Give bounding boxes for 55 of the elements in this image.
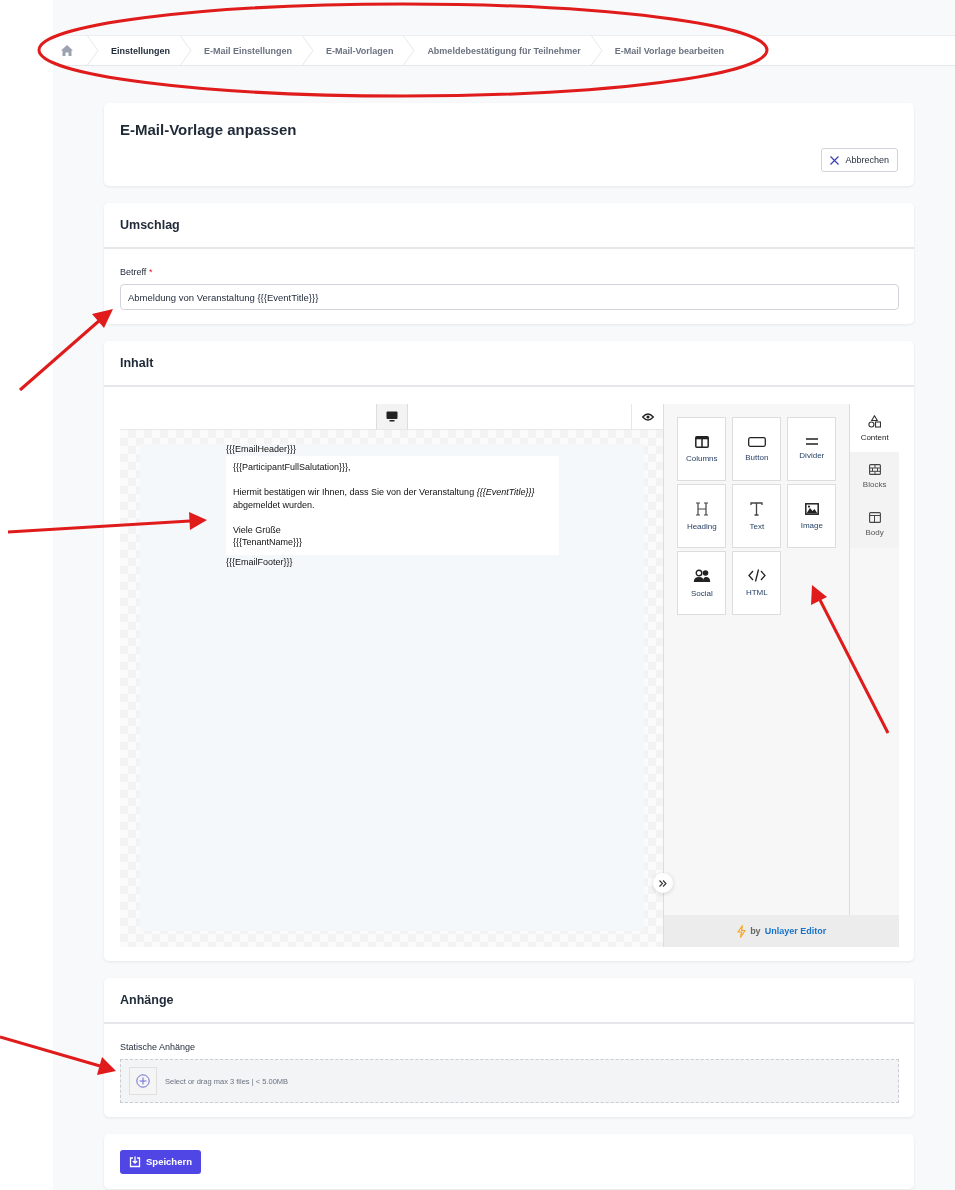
content-tool[interactable]: Columns (677, 417, 727, 481)
people-icon (692, 568, 711, 583)
bricks-icon (868, 463, 881, 475)
download-tray-icon (129, 1155, 141, 1168)
section-title: Inhalt (120, 356, 154, 370)
content-tool[interactable]: Divider (787, 417, 837, 481)
email-text-line: {{{TenantName}}} (233, 536, 304, 549)
section-title: Anhänge (120, 993, 174, 1007)
columns-icon (694, 435, 709, 448)
editor-tab[interactable]: Blocks (850, 452, 899, 500)
editor-tab[interactable]: Body (850, 500, 899, 548)
desktop-view-button[interactable] (376, 404, 408, 429)
content-tool[interactable]: Heading (677, 484, 727, 548)
plus-icon (136, 1074, 150, 1088)
footer-merge-field: {{{EmailFooter}}} (226, 555, 293, 568)
editor-tab[interactable]: Content (850, 404, 899, 452)
breadcrumb-link[interactable]: E-Mail Vorlage bearbeiten (602, 45, 735, 56)
divider-icon (805, 438, 818, 445)
email-text-line: Hiermit bestätigen wir Ihnen, dass Sie von der Veranstaltung {{{EventTitle}}} abgemeldet wurden. (233, 486, 536, 511)
subject-field[interactable]: Abmeldung von Veranstaltung {{{EventTitle}}} (120, 284, 899, 310)
content-tool[interactable]: Text (732, 484, 782, 548)
text-icon (750, 501, 764, 516)
double-chevron-icon (659, 879, 668, 887)
field-label: Statische Anhänge (120, 1042, 196, 1052)
content-tool[interactable]: Button (732, 417, 782, 481)
section-title: Umschlag (120, 218, 180, 232)
eye-icon (641, 412, 654, 421)
breadcrumb-link[interactable]: E-Mail-Vorlagen (314, 45, 404, 56)
breadcrumb-link[interactable]: Abmeldebestätigung für Teilnehmer (415, 45, 591, 56)
header-merge-field: {{{EmailHeader}}} (226, 443, 297, 455)
monitor-icon (386, 411, 398, 422)
page-title: E-Mail-Vorlage anpassen (120, 120, 298, 138)
heading-icon (694, 501, 709, 516)
content-tool[interactable]: Image (787, 484, 837, 548)
breadcrumb-link[interactable]: E-Mail Einstellungen (192, 45, 303, 56)
button-shape-icon (747, 436, 766, 447)
by-label: by (750, 926, 761, 936)
layout-icon (868, 511, 881, 523)
breadcrumb-link[interactable]: Einstellungen (99, 45, 180, 56)
content-tool[interactable]: HTML (732, 551, 782, 615)
image-icon (804, 502, 819, 515)
code-icon (747, 569, 766, 582)
shapes-icon (868, 414, 882, 428)
cancel-button[interactable]: Abbrechen (821, 148, 898, 172)
content-tool[interactable]: Social (677, 551, 727, 615)
email-text-line: Viele Grüße (233, 523, 282, 536)
save-button[interactable]: Speichern (120, 1149, 201, 1174)
field-label: Betreff (120, 267, 147, 277)
collapse-button[interactable] (653, 873, 674, 893)
email-text-line: {{{ParticipantFullSalutation}}}, (233, 461, 352, 474)
lightning-icon (737, 924, 747, 938)
home-icon (61, 45, 73, 56)
unlayer-link[interactable]: Unlayer Editor (764, 926, 827, 936)
close-icon (830, 155, 840, 165)
required-mark: * (148, 267, 153, 277)
